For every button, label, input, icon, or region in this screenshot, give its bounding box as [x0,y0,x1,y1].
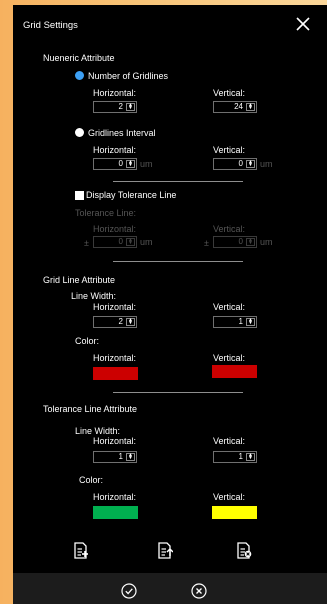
display-tolerance-label: Display Tolerance Line [86,190,177,200]
stepper-arrows-icon[interactable]: ▲ ▼ [126,103,135,111]
interval-horizontal-label: Horizontal: [93,145,137,155]
tol-width-vertical-stepper[interactable]: 1 ▲ ▼ [213,451,257,463]
count-horizontal-stepper[interactable]: 2 ▲ ▼ [93,101,137,113]
tol-width-vertical-value: 1 [238,452,243,461]
interval-vertical-label: Vertical: [213,145,246,155]
stepper-arrows-icon[interactable]: ▲ ▼ [126,238,135,246]
footer-bar [13,573,327,604]
grid-width-vertical-stepper[interactable]: 1 ▲ ▼ [213,316,257,328]
load-config-icon[interactable] [157,542,173,560]
close-icon[interactable] [294,15,312,33]
count-vertical-stepper[interactable]: 24 ▲ ▼ [213,101,257,113]
plus-minus-sign: ± [204,238,209,248]
interval-vertical-value: 0 [238,159,243,168]
gridlines-interval-label: Gridlines Interval [88,128,156,138]
tol-color-vertical-label: Vertical: [213,492,246,502]
add-config-icon[interactable] [73,542,89,560]
tolerance-horizontal-label: Horizontal: [93,224,137,234]
interval-vertical-unit: um [260,159,273,169]
stepper-arrows-icon[interactable]: ▲ ▼ [246,160,255,168]
numeric-attribute-heading: Nueneric Attribute [43,53,115,63]
tol-color-label: Color: [79,475,104,485]
dialog-title: Grid Settings [23,20,78,31]
grid-width-vertical-value: 1 [238,317,243,326]
interval-horizontal-value: 0 [118,159,123,168]
grid-line-width-label: Line Width: [71,291,117,301]
tol-width-horizontal-value: 1 [118,452,123,461]
number-of-gridlines-radio[interactable] [75,71,84,80]
stepper-arrows-icon[interactable]: ▲ ▼ [246,453,255,461]
divider [113,392,243,393]
divider [113,261,243,262]
gridlines-interval-radio[interactable] [75,128,84,137]
tolerance-horizontal-unit: um [140,237,153,247]
grid-settings-dialog: Grid Settings Nueneric Attribute Number … [13,5,327,604]
number-of-gridlines-label: Number of Gridlines [88,71,169,81]
grid-color-vertical-label: Vertical: [213,353,246,363]
tol-width-horizontal-stepper[interactable]: 1 ▲ ▼ [93,451,137,463]
tolerance-line-attribute-heading: Tolerance Line Attribute [43,404,138,414]
tolerance-line-width-label: Line Width: [75,426,121,436]
interval-horizontal-unit: um [140,159,153,169]
tolerance-horizontal-stepper[interactable]: 0 ▲ ▼ [93,236,137,248]
tol-color-vertical-swatch[interactable] [212,506,257,519]
grid-width-horizontal-stepper[interactable]: 2 ▲ ▼ [93,316,137,328]
tol-width-vertical-label: Vertical: [213,436,246,446]
count-vertical-value: 24 [234,102,243,111]
stepper-arrows-icon[interactable]: ▲ ▼ [126,318,135,326]
title-bar: Grid Settings [13,5,327,43]
grid-width-horizontal-label: Horizontal: [93,302,137,312]
grid-line-attribute-heading: Grid Line Attribute [43,275,116,285]
tolerance-vertical-value: 0 [238,237,243,246]
count-horizontal-label: Horizontal: [93,88,137,98]
grid-width-vertical-label: Vertical: [213,302,246,312]
tolerance-line-label: Tolerance Line: [75,208,137,218]
grid-color-horizontal-swatch[interactable] [93,367,138,380]
delete-config-icon[interactable] [236,542,252,560]
grid-color-vertical-swatch[interactable] [212,365,257,378]
stepper-arrows-icon[interactable]: ▲ ▼ [246,238,255,246]
confirm-icon[interactable] [121,583,137,599]
plus-minus-sign: ± [84,238,89,248]
tolerance-vertical-unit: um [260,237,273,247]
grid-width-horizontal-value: 2 [118,317,123,326]
cancel-icon[interactable] [191,583,207,599]
tolerance-vertical-stepper[interactable]: 0 ▲ ▼ [213,236,257,248]
divider [113,181,243,182]
grid-color-horizontal-label: Horizontal: [93,353,137,363]
tol-width-horizontal-label: Horizontal: [93,436,137,446]
stepper-arrows-icon[interactable]: ▲ ▼ [126,160,135,168]
interval-vertical-stepper[interactable]: 0 ▲ ▼ [213,158,257,170]
display-tolerance-checkbox[interactable] [75,191,84,200]
grid-color-label: Color: [75,336,100,346]
tolerance-horizontal-value: 0 [118,237,123,246]
tol-color-horizontal-label: Horizontal: [93,492,137,502]
interval-horizontal-stepper[interactable]: 0 ▲ ▼ [93,158,137,170]
count-horizontal-value: 2 [118,102,123,111]
count-vertical-label: Vertical: [213,88,246,98]
tolerance-vertical-label: Vertical: [213,224,246,234]
stepper-arrows-icon[interactable]: ▲ ▼ [246,318,255,326]
stepper-arrows-icon[interactable]: ▲ ▼ [126,453,135,461]
tol-color-horizontal-swatch[interactable] [93,506,138,519]
stepper-arrows-icon[interactable]: ▲ ▼ [246,103,255,111]
